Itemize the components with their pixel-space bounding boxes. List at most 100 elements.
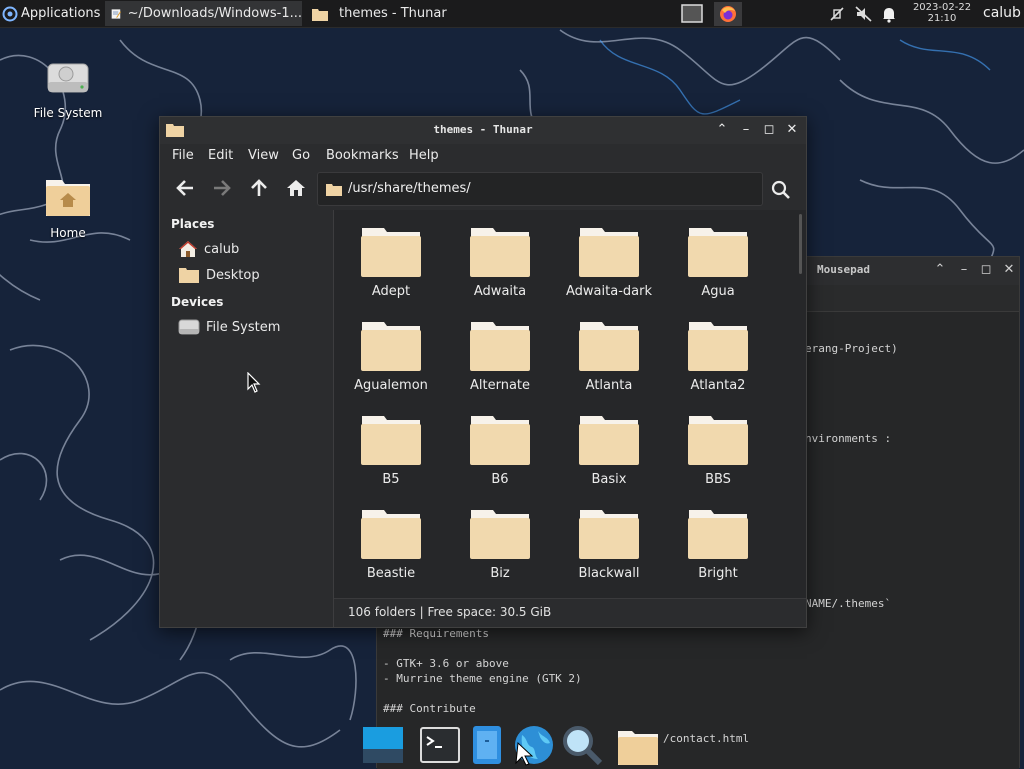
folder-item[interactable]: Atlanta <box>555 320 663 412</box>
folder-label: Basix <box>591 472 627 487</box>
folder-item[interactable]: Basix <box>555 414 663 506</box>
location-path: /usr/share/themes/ <box>348 181 471 196</box>
menu-bar: File Edit View Go Bookmarks Help <box>160 144 806 168</box>
desktop-icon-home[interactable]: Home <box>23 176 113 240</box>
task-mousepad[interactable]: ~/Downloads/Windows-1... <box>105 1 302 26</box>
folder-label: Adwaita-dark <box>566 284 652 299</box>
minimize-button[interactable]: – <box>957 263 971 277</box>
folder-label: Beastie <box>366 566 416 581</box>
side-item-home[interactable]: calub <box>178 238 239 260</box>
folder-label: B6 <box>491 472 509 487</box>
folder-item[interactable]: Agua <box>664 226 772 318</box>
close-button[interactable]: ✕ <box>784 122 800 138</box>
clock-time: 21:10 <box>927 13 957 24</box>
arrow-up-icon <box>251 179 267 196</box>
scrollbar-thumb[interactable] <box>799 214 802 274</box>
firefox-icon <box>720 6 736 22</box>
places-heading: Places <box>171 217 215 231</box>
icon-view[interactable]: Adept Adwaita Adwaita-dark Agua Agualemon Alt… <box>334 210 806 598</box>
folder-item[interactable]: Adept <box>337 226 445 318</box>
menu-go[interactable]: Go <box>292 148 310 163</box>
folder-label: Adwaita <box>473 284 527 299</box>
show-desktop-icon[interactable] <box>361 723 405 767</box>
maximize-button[interactable]: ◻ <box>761 122 777 138</box>
folder-icon <box>688 416 748 465</box>
menu-help[interactable]: Help <box>409 148 439 163</box>
back-button[interactable] <box>173 176 197 200</box>
vertical-scrollbar[interactable] <box>797 210 805 598</box>
folder-label: Biz <box>490 566 510 581</box>
panel-clock[interactable]: 2023-02-22 21:10 <box>906 2 978 24</box>
maximize-up-icon[interactable]: ⌃ <box>933 263 947 277</box>
applications-menu-button[interactable]: Applications <box>2 0 102 27</box>
folder-icon <box>361 510 421 559</box>
folder-label: Atlanta <box>585 378 633 393</box>
user-menu[interactable]: calub <box>983 5 1021 21</box>
folder-icon <box>470 228 530 277</box>
folder-icon <box>361 322 421 371</box>
close-button[interactable]: ✕ <box>1002 263 1016 277</box>
menu-file[interactable]: File <box>172 148 194 163</box>
forward-button[interactable] <box>210 176 234 200</box>
folder-item[interactable]: B6 <box>446 414 554 506</box>
home-button[interactable] <box>284 176 308 200</box>
task-thunar[interactable]: themes - Thunar <box>305 1 505 26</box>
folder-label: Alternate <box>469 378 531 393</box>
folder-icon <box>579 510 639 559</box>
folder-label: B5 <box>382 472 400 487</box>
folder-item[interactable]: Bright <box>664 508 772 598</box>
search-button[interactable] <box>768 177 794 203</box>
folder-item[interactable]: Biz <box>446 508 554 598</box>
text-line: erang-Project) <box>805 342 898 355</box>
side-item-desktop[interactable]: Desktop <box>178 264 260 286</box>
folder-item[interactable]: Atlanta2 <box>664 320 772 412</box>
maximize-button[interactable]: ◻ <box>979 263 993 277</box>
folder-item[interactable]: Blackwall <box>555 508 663 598</box>
folder-label: Agua <box>701 284 735 299</box>
side-item-label: calub <box>204 241 240 257</box>
text-editor-icon <box>111 8 121 19</box>
thunar-titlebar[interactable]: themes - Thunar ⌃ – ◻ ✕ <box>160 117 806 144</box>
firefox-launcher[interactable] <box>714 2 742 26</box>
network-disconnected-icon[interactable] <box>827 4 847 24</box>
folder-item[interactable]: BBS <box>664 414 772 506</box>
parent-folder-button[interactable] <box>247 176 271 200</box>
workspace-switcher[interactable] <box>681 4 705 24</box>
text-line: ### Requirements <box>383 627 489 640</box>
folder-icon <box>470 322 530 371</box>
minimize-button[interactable]: – <box>738 122 754 138</box>
home-icon <box>287 180 305 196</box>
notification-bell-icon[interactable] <box>879 4 899 24</box>
text-line: - GTK+ 3.6 or above <box>383 657 509 670</box>
folder-item[interactable]: Adwaita-dark <box>555 226 663 318</box>
side-item-file-system[interactable]: File System <box>178 316 280 338</box>
folder-icon <box>326 184 342 196</box>
folder-item[interactable]: Alternate <box>446 320 554 412</box>
volume-muted-icon[interactable] <box>854 4 874 24</box>
hard-drive-icon <box>47 63 89 93</box>
text-line: nvironments : <box>805 432 892 445</box>
folder-item[interactable]: B5 <box>337 414 445 506</box>
applications-label: Applications <box>21 6 101 21</box>
menu-bookmarks[interactable]: Bookmarks <box>326 148 399 163</box>
terminal-icon[interactable] <box>418 723 462 767</box>
location-bar[interactable]: /usr/share/themes/ <box>317 172 763 206</box>
folder-icon <box>179 268 199 283</box>
folder-icon <box>688 322 748 371</box>
maximize-up-icon[interactable]: ⌃ <box>714 122 730 138</box>
folder-item[interactable]: Adwaita <box>446 226 554 318</box>
folder-label: Blackwall <box>578 566 640 581</box>
menu-edit[interactable]: Edit <box>208 148 233 163</box>
folder-icon[interactable] <box>616 723 660 767</box>
desktop-icon-file-system[interactable]: File System <box>23 56 113 120</box>
folder-item[interactable]: Beastie <box>337 508 445 598</box>
app-finder-icon[interactable] <box>560 723 604 767</box>
folder-icon <box>470 416 530 465</box>
file-manager-icon[interactable] <box>465 723 509 767</box>
folder-item[interactable]: Agualemon <box>337 320 445 412</box>
folder-icon <box>688 510 748 559</box>
web-browser-icon[interactable] <box>512 723 556 767</box>
folder-icon <box>470 510 530 559</box>
menu-view[interactable]: View <box>248 148 279 163</box>
side-pane: Places calub Desktop Devices File System <box>160 210 334 627</box>
